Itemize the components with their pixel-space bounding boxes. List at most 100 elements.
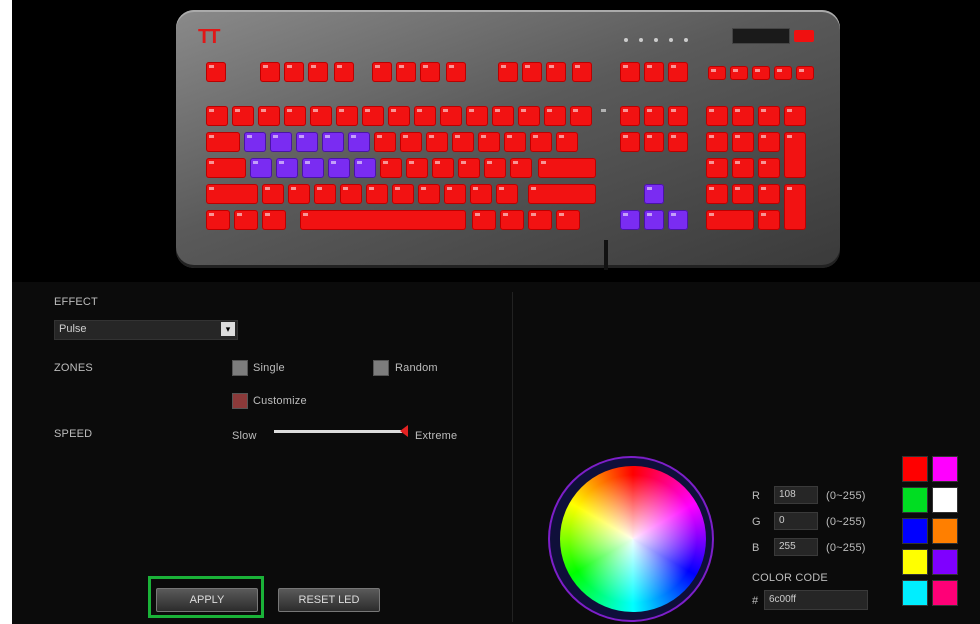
keyboard-key[interactable]	[470, 184, 492, 204]
keyboard-key[interactable]	[538, 158, 596, 178]
keyboard-key[interactable]	[732, 184, 754, 204]
keyboard-key[interactable]	[668, 210, 688, 230]
keyboard-key[interactable]	[498, 62, 518, 82]
keyboard-key[interactable]	[206, 106, 228, 126]
keyboard-key[interactable]	[708, 66, 726, 80]
keyboard-key[interactable]	[758, 106, 780, 126]
keyboard-key[interactable]	[500, 210, 524, 230]
keyboard-key[interactable]	[284, 62, 304, 82]
keyboard-key[interactable]	[706, 158, 728, 178]
keyboard-key[interactable]	[250, 158, 272, 178]
keyboard-key[interactable]	[774, 66, 792, 80]
keyboard-key[interactable]	[758, 158, 780, 178]
keyboard-key[interactable]	[478, 132, 500, 152]
blue-input[interactable]: 255	[774, 538, 818, 556]
keyboard-key[interactable]	[544, 106, 566, 126]
keyboard-key[interactable]	[492, 106, 514, 126]
green-input[interactable]: 0	[774, 512, 818, 530]
speed-slider[interactable]	[274, 430, 402, 433]
keyboard-key[interactable]	[644, 210, 664, 230]
keyboard-key[interactable]	[620, 62, 640, 82]
keyboard-key[interactable]	[556, 132, 578, 152]
keyboard-key[interactable]	[440, 106, 462, 126]
keyboard-key[interactable]	[420, 62, 440, 82]
keyboard-key[interactable]	[732, 158, 754, 178]
keyboard-key[interactable]	[372, 62, 392, 82]
keyboard-key[interactable]	[706, 184, 728, 204]
keyboard-key[interactable]	[644, 106, 664, 126]
keyboard-key[interactable]	[784, 106, 806, 126]
color-code-input[interactable]: 6c00ff	[764, 590, 868, 610]
keyboard-key[interactable]	[206, 132, 240, 152]
keyboard-key[interactable]	[546, 62, 566, 82]
keyboard-key[interactable]	[206, 210, 230, 230]
keyboard-key[interactable]	[388, 106, 410, 126]
color-swatch[interactable]	[902, 580, 928, 606]
keyboard-key[interactable]	[284, 106, 306, 126]
red-input[interactable]: 108	[774, 486, 818, 504]
keyboard-key[interactable]	[340, 184, 362, 204]
color-swatch[interactable]	[932, 456, 958, 482]
keyboard-key[interactable]	[400, 132, 422, 152]
apply-button[interactable]: APPLY	[156, 588, 258, 612]
keyboard-key[interactable]	[644, 132, 664, 152]
keyboard-key[interactable]	[668, 62, 688, 82]
keyboard-key[interactable]	[262, 210, 286, 230]
keyboard-key[interactable]	[556, 210, 580, 230]
keyboard-key[interactable]	[300, 210, 466, 230]
keyboard-key[interactable]	[328, 158, 350, 178]
keyboard-key[interactable]	[258, 106, 280, 126]
keyboard-key[interactable]	[418, 184, 440, 204]
keyboard-key[interactable]	[446, 62, 466, 82]
keyboard-key[interactable]	[572, 62, 592, 82]
color-swatch[interactable]	[902, 456, 928, 482]
keyboard-key[interactable]	[336, 106, 358, 126]
color-swatch[interactable]	[932, 518, 958, 544]
keyboard-key[interactable]	[668, 106, 688, 126]
keyboard-key[interactable]	[644, 184, 664, 204]
keyboard-key[interactable]	[496, 184, 518, 204]
color-swatch[interactable]	[932, 580, 958, 606]
zone-customize-checkbox[interactable]	[232, 393, 248, 409]
color-swatch[interactable]	[902, 487, 928, 513]
keyboard-key[interactable]	[620, 210, 640, 230]
reset-led-button[interactable]: RESET LED	[278, 588, 380, 612]
color-swatch[interactable]	[902, 518, 928, 544]
keyboard-key[interactable]	[570, 106, 592, 126]
keyboard-key[interactable]	[784, 132, 806, 178]
zone-random-checkbox[interactable]	[373, 360, 389, 376]
keyboard-key[interactable]	[262, 184, 284, 204]
keyboard-key[interactable]	[528, 184, 596, 204]
keyboard-key[interactable]	[426, 132, 448, 152]
keyboard-key[interactable]	[706, 210, 754, 230]
zone-single-checkbox[interactable]	[232, 360, 248, 376]
keyboard-key[interactable]	[644, 62, 664, 82]
keyboard-key[interactable]	[472, 210, 496, 230]
keyboard-key[interactable]	[206, 158, 246, 178]
keyboard-key[interactable]	[784, 184, 806, 230]
keyboard-key[interactable]	[380, 158, 402, 178]
color-swatch[interactable]	[932, 487, 958, 513]
keyboard-key[interactable]	[362, 106, 384, 126]
keyboard-key[interactable]	[730, 66, 748, 80]
keyboard-key[interactable]	[522, 62, 542, 82]
keyboard-key[interactable]	[452, 132, 474, 152]
keyboard-key[interactable]	[308, 62, 328, 82]
keyboard-key[interactable]	[302, 158, 324, 178]
keyboard-key[interactable]	[706, 106, 728, 126]
keyboard-key[interactable]	[234, 210, 258, 230]
keyboard-key[interactable]	[530, 132, 552, 152]
keyboard-key[interactable]	[392, 184, 414, 204]
effect-select[interactable]: Pulse ▾	[54, 320, 238, 340]
keyboard-key[interactable]	[232, 106, 254, 126]
keyboard-key[interactable]	[310, 106, 332, 126]
keyboard-key[interactable]	[314, 184, 336, 204]
keyboard-key[interactable]	[206, 62, 226, 82]
keyboard-key[interactable]	[244, 132, 266, 152]
keyboard-key[interactable]	[260, 62, 280, 82]
keyboard-key[interactable]	[396, 62, 416, 82]
keyboard-key[interactable]	[796, 66, 814, 80]
keyboard-key[interactable]	[366, 184, 388, 204]
color-wheel-center[interactable]	[560, 466, 706, 612]
keyboard-key[interactable]	[528, 210, 552, 230]
